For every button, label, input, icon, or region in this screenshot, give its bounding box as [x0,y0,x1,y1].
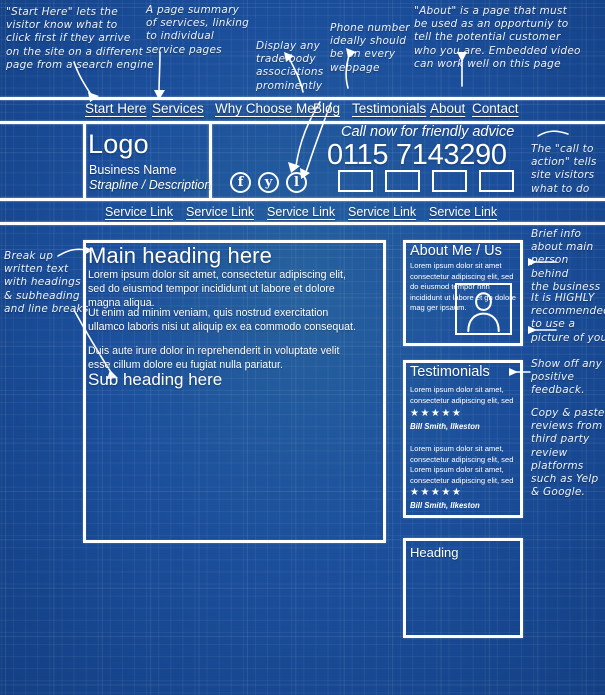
testimonial-star-rating-1: ★★★★★ [410,408,463,419]
testimonial-author-1: Bill Smith, Ilkeston [410,422,480,431]
bottom-panel-heading: Heading [410,545,459,560]
testimonial-text-2: Lorem ipsum dolor sit amet, consectetur … [410,444,514,485]
testimonials-list: Lorem ipsum dolor sit amet, consectetur … [0,0,605,695]
testimonial-star-rating-2: ★★★★★ [410,487,463,498]
testimonial-author-2: Bill Smith, Ilkeston [410,501,480,510]
testimonial-text-1: Lorem ipsum dolor sit amet, consectetur … [410,385,514,405]
